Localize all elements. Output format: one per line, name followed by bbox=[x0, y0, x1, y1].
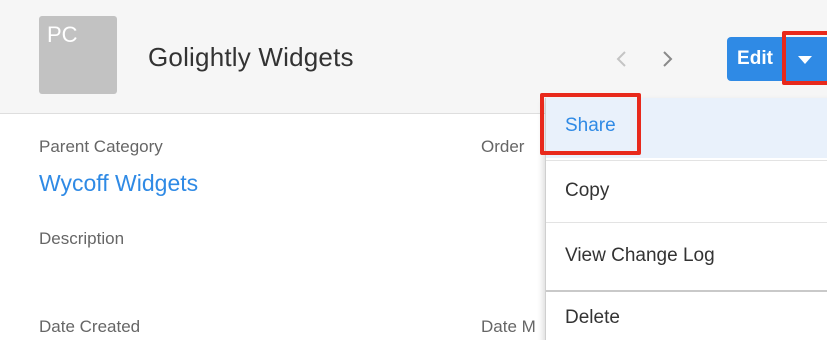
parent-category-link[interactable]: Wycoff Widgets bbox=[39, 170, 198, 197]
avatar: PC bbox=[39, 16, 117, 94]
highlight-box-share bbox=[540, 93, 641, 155]
menu-item-delete[interactable]: Delete bbox=[546, 292, 827, 340]
chevron-left-icon[interactable] bbox=[612, 44, 632, 74]
chevron-right-icon[interactable] bbox=[657, 44, 677, 74]
menu-item-copy[interactable]: Copy bbox=[546, 160, 827, 222]
page-title: Golightly Widgets bbox=[148, 42, 354, 72]
date-created-label: Date Created bbox=[39, 317, 141, 336]
avatar-initials: PC bbox=[47, 22, 78, 47]
highlight-box-caret bbox=[782, 31, 827, 85]
menu-item-view-change-log[interactable]: View Change Log bbox=[546, 222, 827, 288]
date-modified-label: Date M bbox=[481, 317, 536, 336]
record-header: PC Golightly Widgets Edit bbox=[0, 0, 827, 114]
parent-category-label: Parent Category bbox=[39, 137, 163, 156]
edit-button[interactable]: Edit bbox=[727, 37, 783, 81]
order-label: Order bbox=[481, 137, 525, 156]
description-label: Description bbox=[39, 229, 125, 248]
